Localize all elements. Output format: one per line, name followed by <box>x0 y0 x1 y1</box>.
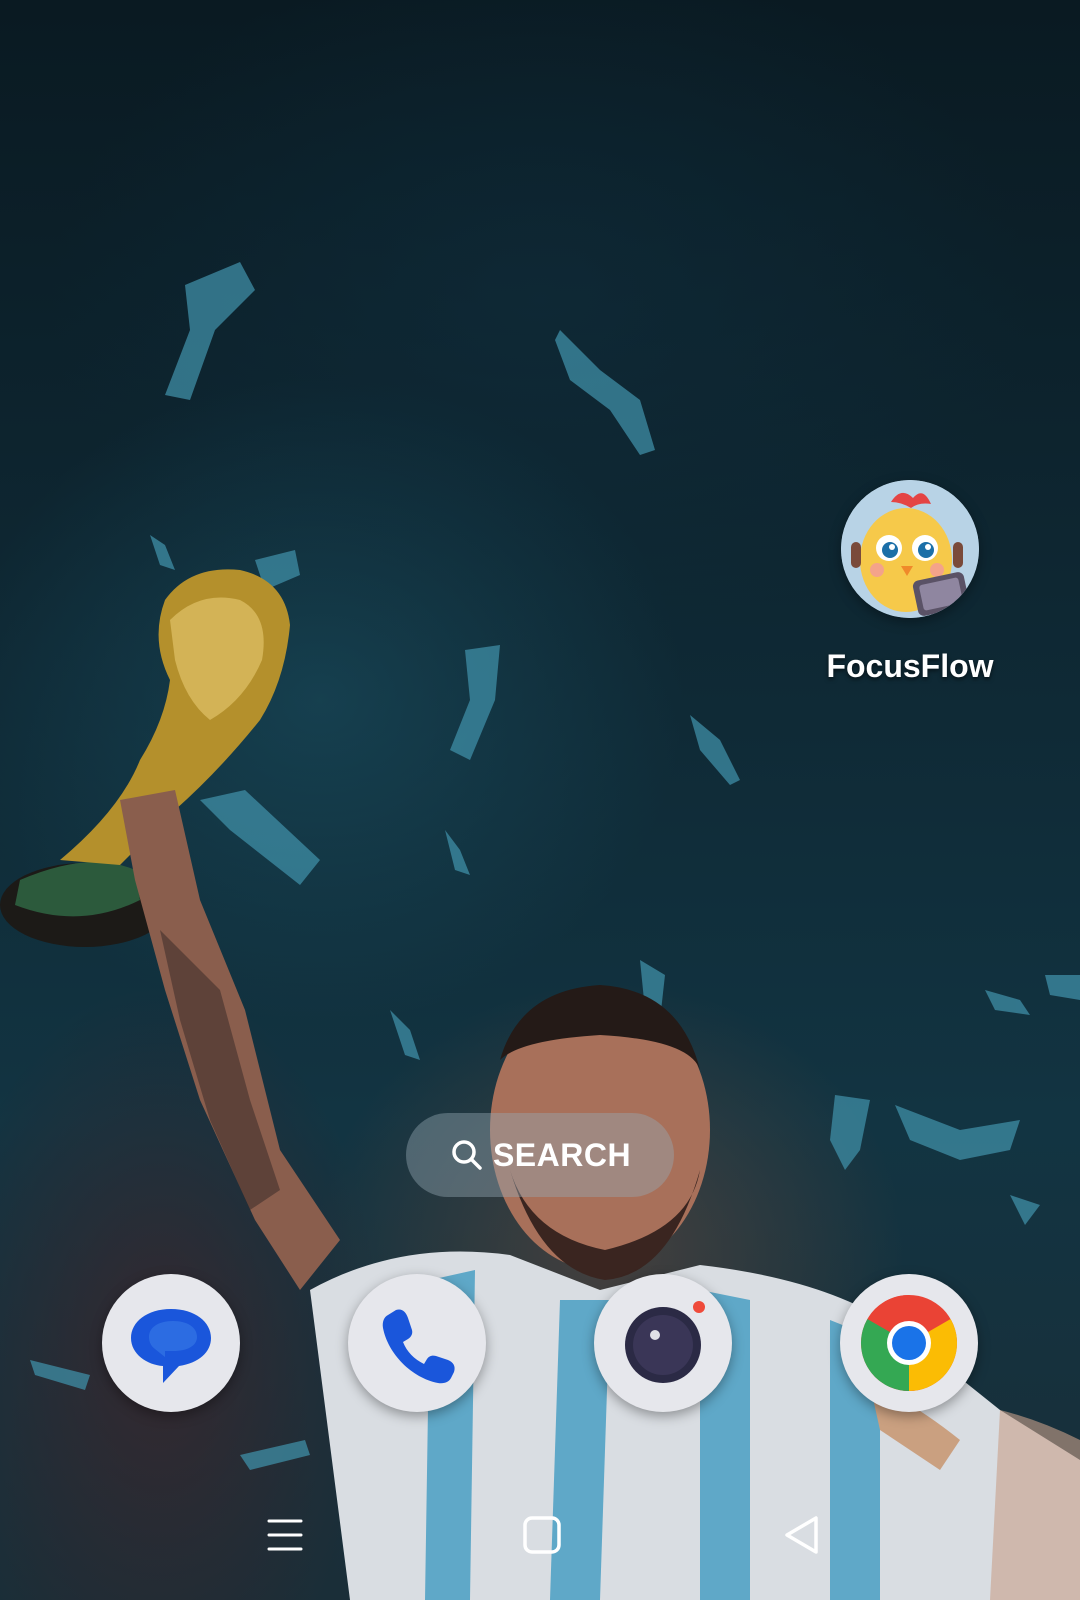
search-button[interactable]: SEARCH <box>406 1113 674 1197</box>
app-shortcut-focusflow[interactable]: FocusFlow <box>820 480 1000 685</box>
chrome-icon <box>860 1295 958 1391</box>
dock <box>0 1274 1080 1414</box>
dock-messages-button[interactable] <box>102 1274 240 1412</box>
phone-icon <box>382 1309 455 1384</box>
home-button[interactable] <box>510 1505 574 1565</box>
recents-button[interactable] <box>253 1505 317 1565</box>
search-icon <box>452 1140 482 1170</box>
focusflow-chick-icon <box>841 480 979 618</box>
dock-chrome-button[interactable] <box>840 1274 978 1412</box>
app-label: FocusFlow <box>826 648 994 684</box>
triangle-back-icon <box>785 1516 818 1554</box>
menu-lines-icon <box>267 1519 303 1551</box>
back-button[interactable] <box>770 1505 834 1565</box>
navigation-bar <box>0 1495 1080 1575</box>
camera-icon <box>625 1301 705 1383</box>
dock-phone-button[interactable] <box>348 1274 486 1412</box>
search-label: SEARCH <box>492 1136 632 1173</box>
messages-icon <box>131 1309 211 1383</box>
square-home-icon <box>523 1516 561 1554</box>
dock-camera-button[interactable] <box>594 1274 732 1412</box>
